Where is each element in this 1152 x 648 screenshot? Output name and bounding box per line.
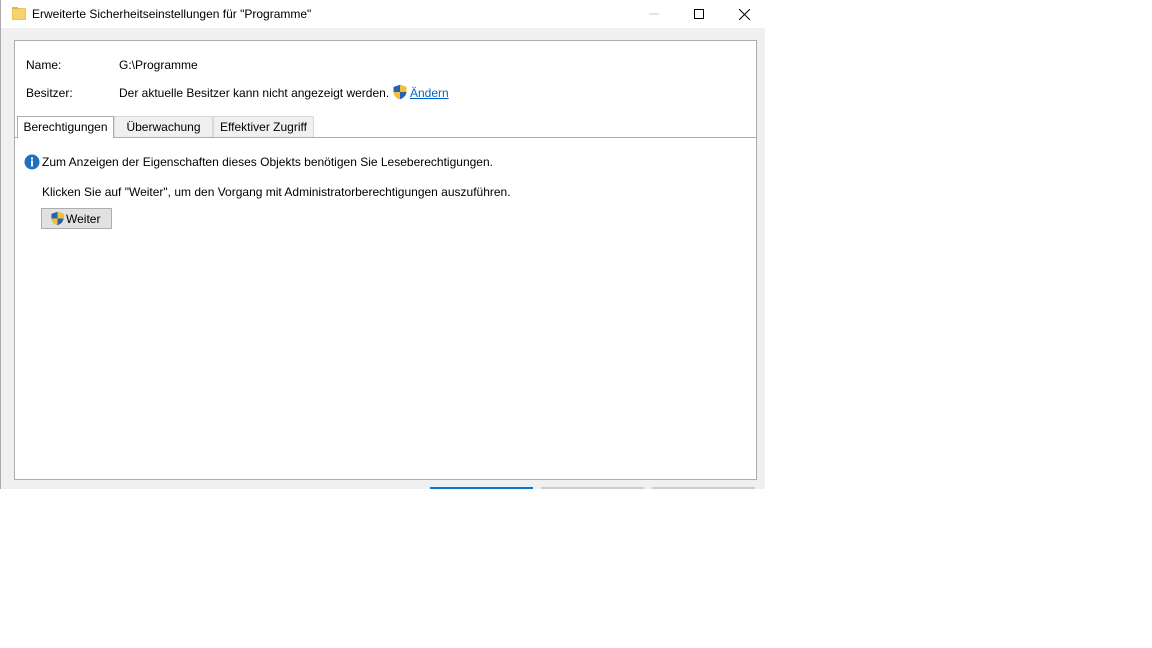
continue-button-label: Weiter xyxy=(66,211,101,226)
close-icon xyxy=(738,8,750,20)
close-button[interactable] xyxy=(721,0,765,28)
owner-value: Der aktuelle Besitzer kann nicht angezei… xyxy=(119,86,390,100)
name-value: G:\Programme xyxy=(119,58,198,72)
folder-icon xyxy=(12,7,26,20)
hint-message: Klicken Sie auf "Weiter", um den Vorgang… xyxy=(42,185,511,199)
uac-shield-icon xyxy=(51,211,64,226)
continue-button[interactable]: Weiter xyxy=(41,208,112,229)
tab-divider xyxy=(15,137,756,138)
apply-button[interactable] xyxy=(652,487,755,489)
minimize-icon xyxy=(649,13,659,15)
maximize-button[interactable] xyxy=(676,0,722,28)
main-panel: Name: G:\Programme Besitzer: Der aktuell… xyxy=(14,40,757,480)
tab-berechtigungen[interactable]: Berechtigungen xyxy=(17,116,114,138)
info-message: Zum Anzeigen der Eigenschaften dieses Ob… xyxy=(42,155,493,169)
minimize-button[interactable] xyxy=(631,0,677,28)
owner-label: Besitzer: xyxy=(26,86,73,100)
name-label: Name: xyxy=(26,58,62,72)
title-bar[interactable]: Erweiterte Sicherheitseinstellungen für … xyxy=(1,0,765,28)
tab-ueberwachung[interactable]: Überwachung xyxy=(114,116,213,137)
change-owner-link[interactable]: Ändern xyxy=(410,86,449,100)
info-icon xyxy=(24,154,40,170)
tab-strip: Berechtigungen Überwachung Effektiver Zu… xyxy=(15,116,756,138)
tab-effektiver-zugriff[interactable]: Effektiver Zugriff xyxy=(213,116,314,137)
cancel-button[interactable] xyxy=(541,487,644,489)
security-settings-window: Erweiterte Sicherheitseinstellungen für … xyxy=(0,0,765,489)
ok-button[interactable] xyxy=(430,487,533,489)
uac-shield-icon xyxy=(393,84,407,100)
maximize-icon xyxy=(694,9,704,19)
window-title: Erweiterte Sicherheitseinstellungen für … xyxy=(32,7,312,21)
